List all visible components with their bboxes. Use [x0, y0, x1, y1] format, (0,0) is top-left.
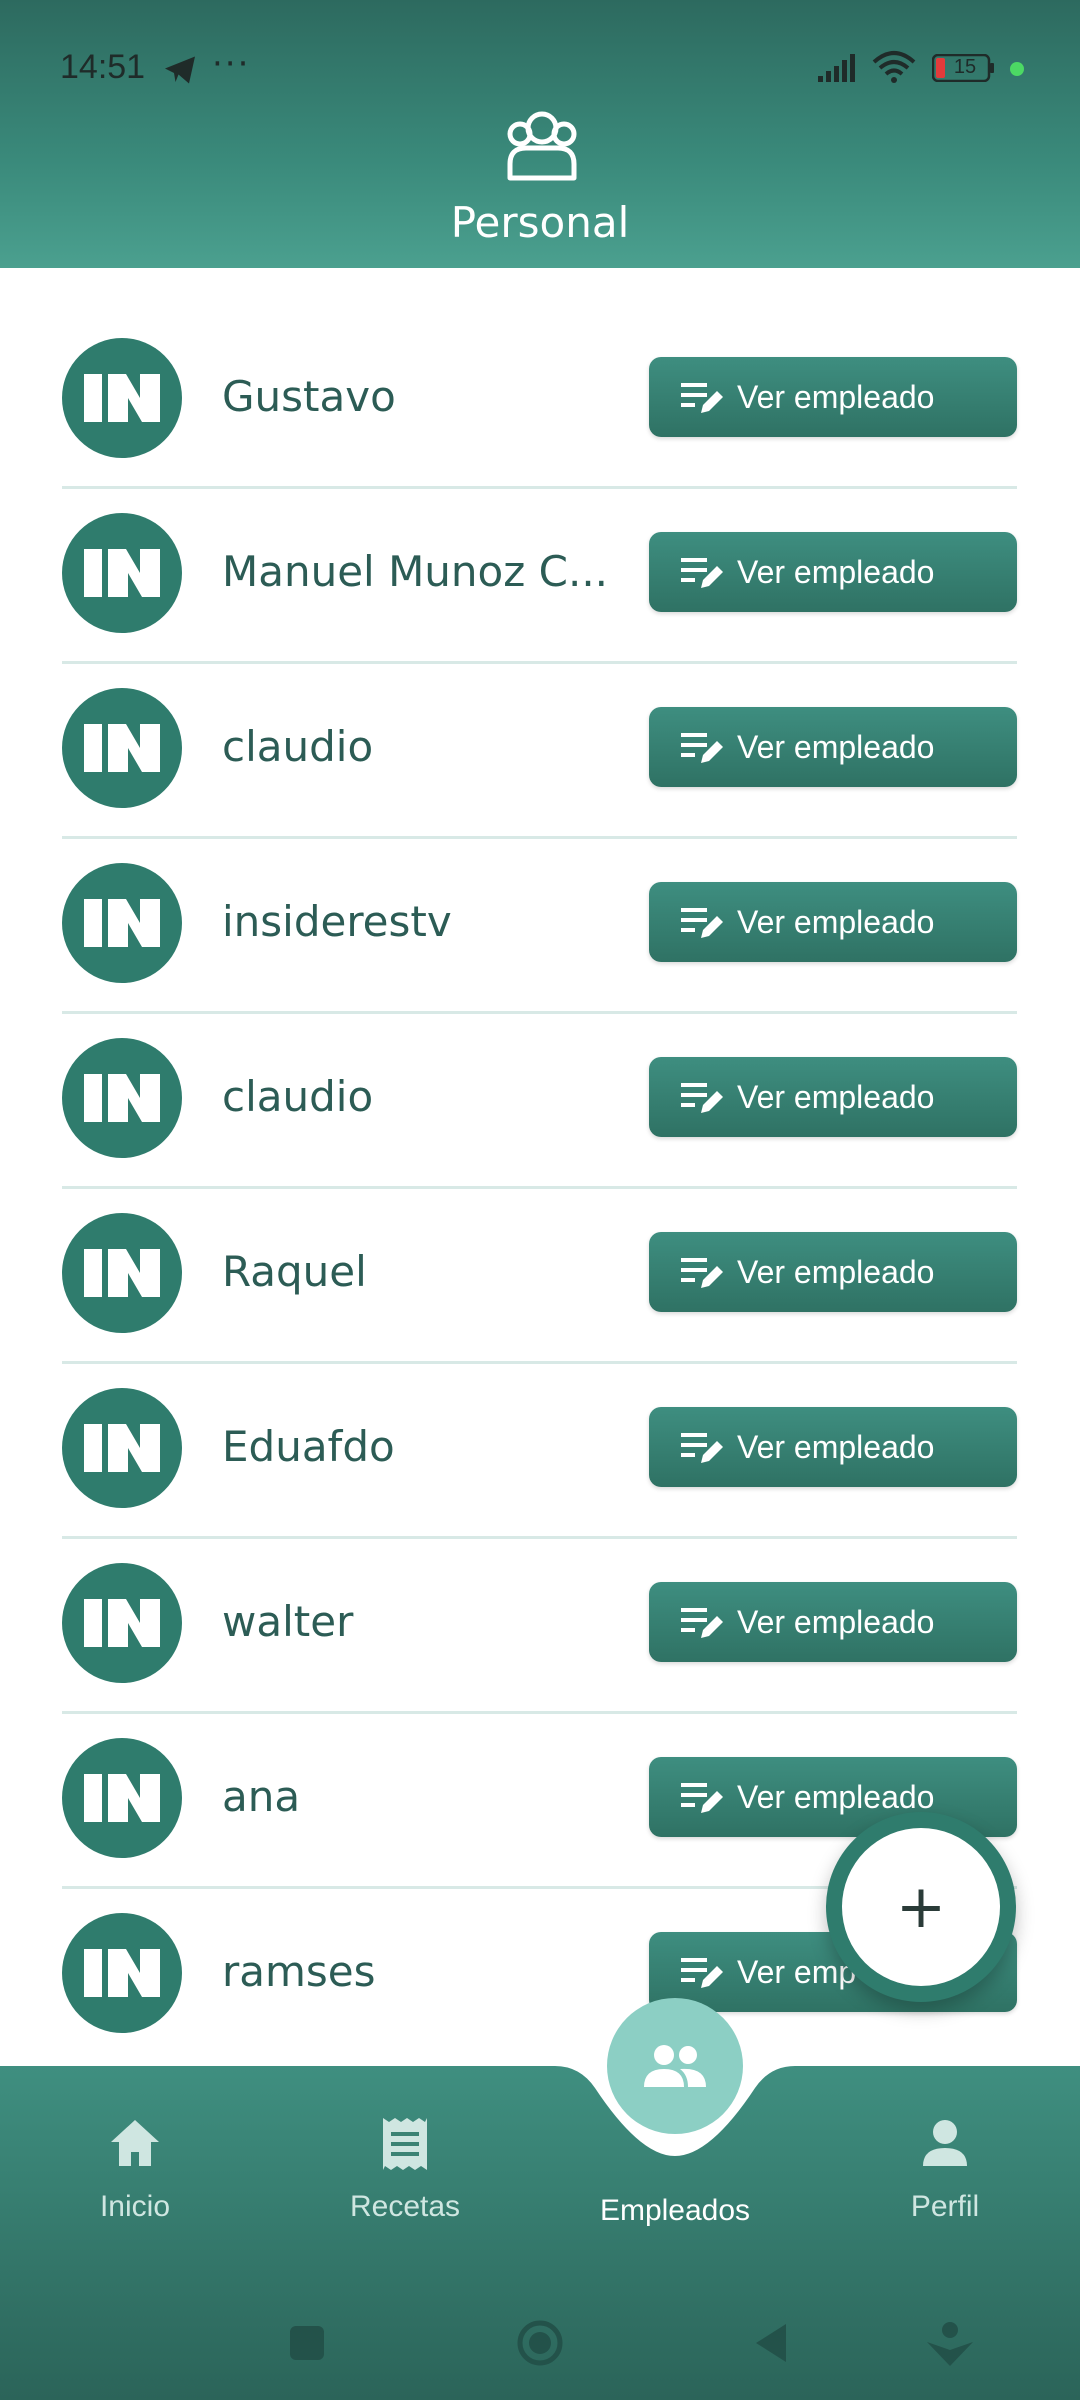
- plus-icon: +: [842, 1828, 1000, 1986]
- edit-list-icon: [681, 1083, 723, 1113]
- view-employee-button[interactable]: Ver empleado: [649, 357, 1017, 437]
- privacy-dot: [1010, 62, 1024, 76]
- receipt-icon: [383, 2118, 427, 2170]
- employee-name: Gustavo: [222, 372, 396, 421]
- employee-name: walter: [222, 1597, 354, 1646]
- list-item: claudio Ver empleado: [62, 1014, 1017, 1189]
- employee-name: Raquel: [222, 1247, 367, 1296]
- view-employee-label: Ver emp: [737, 1953, 857, 1990]
- list-item: Manuel Munoz C... Ver empleado: [62, 489, 1017, 664]
- view-employee-button[interactable]: Ver empleado: [649, 882, 1017, 962]
- edit-list-icon: [681, 383, 723, 413]
- home-icon: [111, 2120, 159, 2166]
- signal-icon: [818, 54, 855, 82]
- list-item: claudio Ver empleado: [62, 664, 1017, 839]
- bottom-navigation: Inicio Recetas Empleados Perfil: [0, 1998, 1080, 2400]
- page-title: Personal: [450, 198, 630, 247]
- employee-name: claudio: [222, 722, 374, 771]
- back-icon[interactable]: [748, 2318, 798, 2368]
- nav-label: Recetas: [349, 2190, 461, 2223]
- view-employee-button[interactable]: Ver empleado: [649, 1232, 1017, 1312]
- view-employee-label: Ver empleado: [737, 1603, 935, 1640]
- nav-empleados[interactable]: Empleados: [575, 2178, 775, 2228]
- edit-list-icon: [681, 733, 723, 763]
- people-group-icon: [507, 111, 577, 181]
- view-employee-button[interactable]: Ver empleado: [649, 707, 1017, 787]
- recents-icon[interactable]: [282, 2318, 332, 2368]
- logo-in-icon: [84, 1599, 160, 1647]
- avatar: [62, 338, 182, 458]
- assistant-icon[interactable]: [925, 2318, 975, 2368]
- avatar: [62, 1738, 182, 1858]
- list-item: walter Ver empleado: [62, 1539, 1017, 1714]
- avatar: [62, 513, 182, 633]
- edit-list-icon: [681, 1433, 723, 1463]
- avatar: [62, 1388, 182, 1508]
- logo-in-icon: [84, 1949, 160, 1997]
- logo-in-icon: [84, 549, 160, 597]
- avatar: [62, 1213, 182, 1333]
- employee-name: insiderestv: [222, 897, 452, 946]
- edit-list-icon: [681, 1608, 723, 1638]
- view-employee-label: Ver empleado: [737, 1078, 935, 1115]
- battery-level: 15: [953, 56, 977, 78]
- list-item: insiderestv Ver empleado: [62, 839, 1017, 1014]
- avatar: [62, 1563, 182, 1683]
- view-employee-label: Ver empleado: [737, 553, 935, 590]
- nav-active-bubble[interactable]: [607, 1998, 743, 2134]
- edit-list-icon: [681, 1783, 723, 1813]
- logo-in-icon: [84, 724, 160, 772]
- edit-list-icon: [681, 558, 723, 588]
- view-employee-label: Ver empleado: [737, 728, 935, 765]
- employee-name: ana: [222, 1772, 301, 1821]
- nav-label: Inicio: [99, 2190, 171, 2223]
- people-icon: [644, 2045, 706, 2087]
- logo-in-icon: [84, 1074, 160, 1122]
- status-time: 14:51: [60, 48, 146, 86]
- app-header: 14:51 ··· 15 Personal: [0, 0, 1080, 268]
- list-item: Raquel Ver empleado: [62, 1189, 1017, 1364]
- avatar: [62, 1913, 182, 2033]
- employee-name: Manuel Munoz C...: [222, 547, 609, 596]
- nav-inicio[interactable]: Inicio: [35, 2114, 235, 2224]
- view-employee-label: Ver empleado: [737, 1253, 935, 1290]
- edit-list-icon: [681, 1958, 723, 1988]
- more-dots-icon: ···: [212, 44, 251, 84]
- wifi-icon: [872, 51, 916, 83]
- logo-in-icon: [84, 1774, 160, 1822]
- view-employee-button[interactable]: Ver empleado: [649, 1407, 1017, 1487]
- logo-in-icon: [84, 899, 160, 947]
- person-icon: [923, 2120, 967, 2166]
- employee-name: ramses: [222, 1947, 376, 1996]
- list-item: Gustavo Ver empleado: [62, 314, 1017, 489]
- list-item: Eduafdo Ver empleado: [62, 1364, 1017, 1539]
- home-button-icon[interactable]: [515, 2318, 565, 2368]
- nav-perfil[interactable]: Perfil: [845, 2114, 1045, 2224]
- view-employee-button[interactable]: Ver empleado: [649, 1582, 1017, 1662]
- edit-list-icon: [681, 908, 723, 938]
- employee-name: claudio: [222, 1072, 374, 1121]
- view-employee-label: Ver empleado: [737, 378, 935, 415]
- logo-in-icon: [84, 1424, 160, 1472]
- nav-recetas[interactable]: Recetas: [305, 2114, 505, 2224]
- avatar: [62, 863, 182, 983]
- add-employee-button[interactable]: +: [826, 1812, 1016, 2002]
- telegram-icon: [165, 56, 195, 84]
- avatar: [62, 1038, 182, 1158]
- view-employee-button[interactable]: Ver empleado: [649, 532, 1017, 612]
- nav-label: Perfil: [910, 2190, 980, 2223]
- view-employee-button[interactable]: Ver empleado: [649, 1057, 1017, 1137]
- logo-in-icon: [84, 1249, 160, 1297]
- employee-name: Eduafdo: [222, 1422, 395, 1471]
- logo-in-icon: [84, 374, 160, 422]
- view-employee-label: Ver empleado: [737, 903, 935, 940]
- avatar: [62, 688, 182, 808]
- view-employee-label: Ver empleado: [737, 1428, 935, 1465]
- view-employee-label: Ver empleado: [737, 1778, 935, 1815]
- edit-list-icon: [681, 1258, 723, 1288]
- nav-label: Empleados: [599, 2194, 751, 2227]
- employee-list: Gustavo Ver empleado Manuel Munoz C... V…: [62, 314, 1017, 2064]
